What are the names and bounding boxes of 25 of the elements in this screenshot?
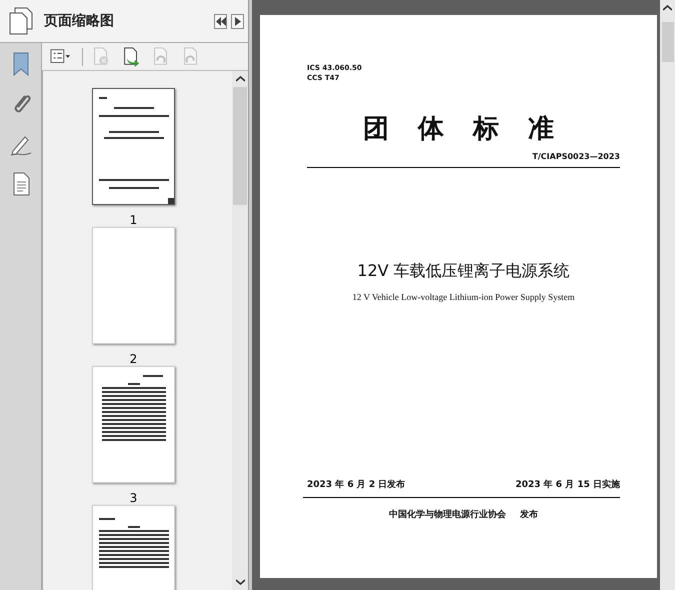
page-number: 3 [130, 491, 138, 505]
document-heading: 团 体 标 准 [362, 113, 564, 146]
page-number: 1 [130, 213, 138, 227]
publish-date: 2023 年 6 月 2 日发布 [307, 478, 406, 491]
standard-number: T/CIAPS0023—2023 [532, 152, 620, 161]
scroll-down-icon[interactable] [236, 579, 244, 585]
effective-date: 2023 年 6 月 15 日实施 [515, 478, 620, 491]
scrollbar[interactable] [660, 0, 675, 590]
scroll-thumb[interactable] [233, 87, 247, 205]
scrollbar[interactable] [232, 71, 248, 590]
scroll-up-icon[interactable] [663, 5, 672, 11]
pages-icon[interactable] [8, 7, 34, 35]
double-left-arrow-icon[interactable] [216, 16, 226, 26]
scroll-up-icon[interactable] [236, 76, 244, 82]
document-title: 12V 车载低压锂离子电源系统 [357, 261, 570, 282]
right-arrow-icon[interactable] [234, 16, 240, 26]
next-button[interactable] [231, 14, 244, 28]
page-number: 2 [130, 352, 138, 366]
publisher-note: 发布 [520, 508, 538, 521]
scroll-thumb[interactable] [662, 22, 674, 62]
panel-title: 页面缩略图 [44, 12, 115, 30]
document-subtitle: 12 V Vehicle Low-voltage Lithium-ion Power Supply System [352, 292, 575, 302]
collapse-button[interactable] [214, 14, 227, 28]
publisher-name: 中国化学与物理电源行业协会 [389, 508, 506, 521]
page-thumbnail[interactable] [92, 88, 175, 205]
